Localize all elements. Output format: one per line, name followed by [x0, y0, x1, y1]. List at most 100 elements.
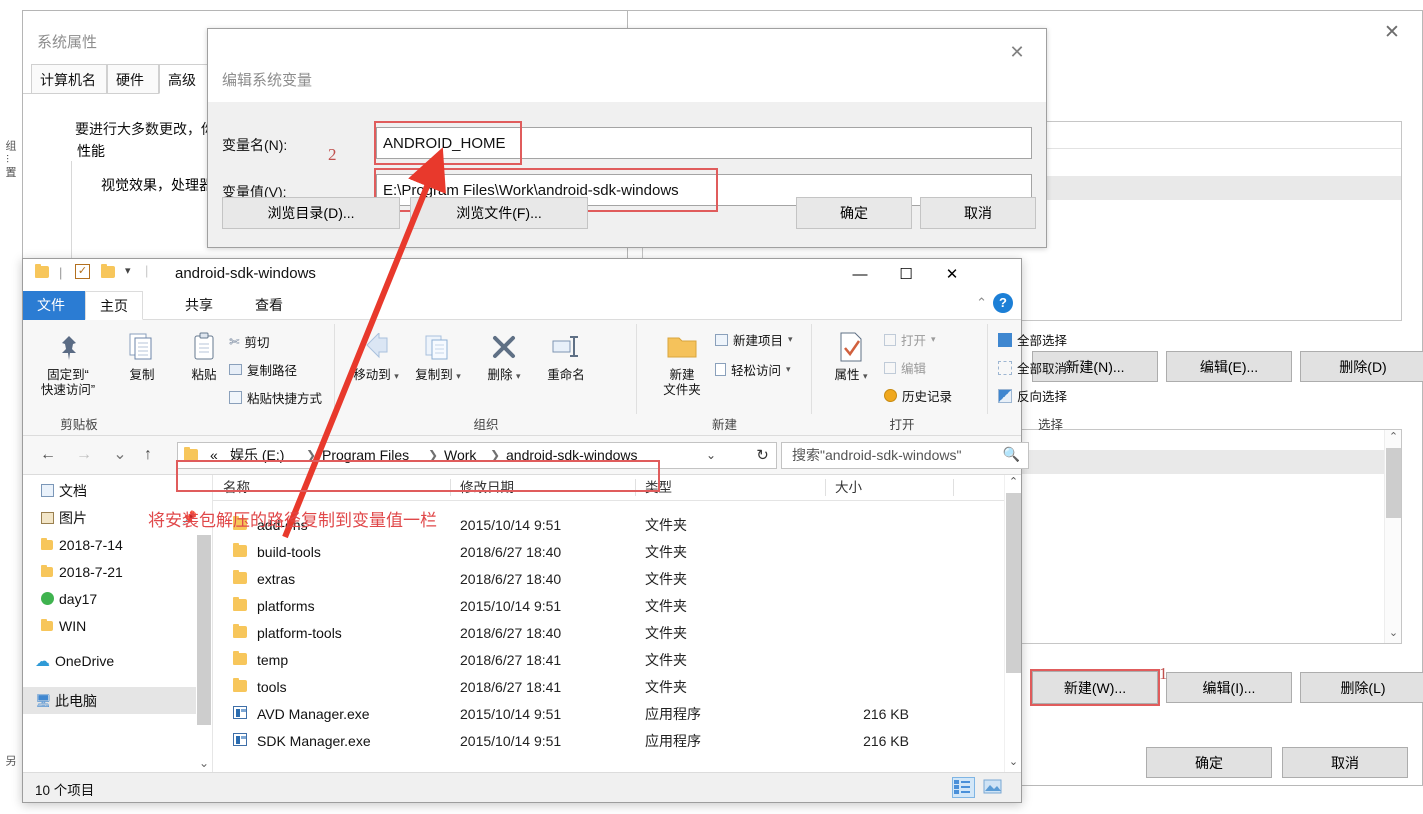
chevron-down-icon[interactable]: ▾: [456, 371, 461, 381]
nav-item-day17[interactable]: day17: [23, 585, 212, 612]
open-button[interactable]: 打开 ▾: [884, 330, 936, 349]
invert-selection-button[interactable]: 反向选择: [998, 386, 1067, 405]
new-item-button[interactable]: 新建项目 ▾: [715, 330, 793, 349]
scroll-down-icon[interactable]: ⌄: [196, 756, 212, 770]
tab-computer-name[interactable]: 计算机名: [31, 64, 107, 94]
browse-file-button[interactable]: 浏览文件(F)...: [410, 197, 588, 229]
forward-icon[interactable]: →: [71, 444, 97, 468]
history-button[interactable]: 历史记录: [884, 386, 952, 405]
chevron-down-icon[interactable]: ▾: [863, 371, 868, 381]
select-none-button[interactable]: 全部取消: [998, 358, 1067, 377]
move-to-button[interactable]: 移动到 ▾: [345, 326, 407, 384]
column-divider[interactable]: [953, 479, 954, 496]
chevron-down-icon[interactable]: ▾: [931, 334, 936, 345]
env-cancel-button[interactable]: 取消: [1282, 747, 1408, 778]
system-delete-button[interactable]: 删除(L): [1300, 672, 1423, 703]
recent-locations-icon[interactable]: ⌄: [107, 444, 133, 468]
select-all-button[interactable]: 全部选择: [998, 330, 1067, 349]
table-row[interactable]: platforms 2015/10/14 9:51 文件夹: [213, 592, 1021, 619]
close-icon[interactable]: ✕: [994, 37, 1040, 67]
close-icon[interactable]: ✕: [929, 259, 975, 290]
tab-advanced[interactable]: 高级: [159, 64, 211, 94]
help-icon[interactable]: ?: [993, 293, 1013, 313]
performance-group-title: 性能: [71, 141, 111, 161]
copy-path-button[interactable]: 复制路径: [229, 360, 297, 379]
copy-to-button[interactable]: 复制到 ▾: [407, 326, 469, 384]
tab-home[interactable]: 主页: [85, 291, 143, 320]
annotation-note: 将安装包解压的路径复制到变量值一栏: [148, 511, 437, 530]
maximize-icon[interactable]: ☐: [883, 259, 929, 290]
edit-system-variable-dialog: 编辑系统变量 ✕ 变量名(N): 变量值(V): 2 浏览目录(D)... 浏览…: [207, 28, 1047, 248]
folder-icon: [233, 677, 247, 695]
new-folder-label: 新建 文件夹: [663, 368, 701, 397]
dialog-ok-button[interactable]: 确定: [796, 197, 912, 229]
up-icon[interactable]: ↑: [135, 444, 161, 468]
paste-button[interactable]: 粘贴: [173, 326, 235, 383]
system-variables-scrollbar[interactable]: ⌃ ⌄: [1384, 430, 1401, 643]
table-row[interactable]: AVD Manager.exe 2015/10/14 9:51 应用程序 216…: [213, 700, 1021, 727]
chevron-down-icon[interactable]: ▾: [786, 364, 791, 375]
table-row[interactable]: SDK Manager.exe 2015/10/14 9:51 应用程序 216…: [213, 727, 1021, 754]
file-list-scrollbar[interactable]: ⌃ ⌄: [1004, 475, 1021, 772]
nav-item-onedrive[interactable]: ☁ OneDrive: [23, 647, 212, 674]
search-icon[interactable]: 🔍: [1003, 446, 1020, 463]
chevron-down-icon[interactable]: ▾: [394, 371, 399, 381]
user-delete-button[interactable]: 删除(D): [1300, 351, 1423, 382]
dialog-cancel-button[interactable]: 取消: [920, 197, 1036, 229]
details-view-icon[interactable]: [952, 777, 975, 798]
scrollbar-thumb[interactable]: [1006, 493, 1021, 673]
copy-label: 复制: [129, 368, 155, 382]
refresh-icon[interactable]: ↻: [749, 442, 777, 469]
table-row[interactable]: build-tools 2018/6/27 18:40 文件夹: [213, 538, 1021, 565]
scrollbar-thumb[interactable]: [1386, 448, 1401, 518]
scroll-down-icon[interactable]: ⌄: [1385, 626, 1401, 643]
paste-shortcut-button[interactable]: 粘贴快捷方式: [229, 388, 322, 407]
table-row[interactable]: platform-tools 2018/6/27 18:40 文件夹: [213, 619, 1021, 646]
edit-button[interactable]: 编辑: [884, 358, 926, 377]
tab-file[interactable]: 文件: [23, 291, 85, 320]
user-edit-button[interactable]: 编辑(E)...: [1166, 351, 1292, 382]
new-folder-button[interactable]: 新建 文件夹: [651, 326, 713, 398]
env-ok-button[interactable]: 确定: [1146, 747, 1272, 778]
scroll-down-icon[interactable]: ⌄: [1005, 755, 1022, 772]
table-row[interactable]: temp 2018/6/27 18:41 文件夹: [213, 646, 1021, 673]
ribbon-group-select: 全部选择 全部取消 反向选择 选择: [988, 320, 1113, 436]
checkbox-icon[interactable]: ✓: [75, 264, 90, 279]
thumbnail-view-icon[interactable]: [982, 777, 1005, 798]
chevron-down-icon[interactable]: ▾: [788, 334, 793, 345]
back-icon[interactable]: ←: [35, 444, 61, 468]
properties-button[interactable]: 属性 ▾: [820, 326, 882, 384]
scroll-up-icon[interactable]: ⌃: [1385, 430, 1401, 447]
column-type[interactable]: 类型: [635, 475, 825, 500]
nav-item-2018-7-21[interactable]: 2018-7-21: [23, 558, 212, 585]
tab-hardware[interactable]: 硬件: [107, 64, 159, 94]
system-new-button[interactable]: 新建(W)...: [1030, 669, 1160, 706]
minimize-icon[interactable]: —: [837, 259, 883, 290]
chevron-down-icon[interactable]: ⌄: [706, 443, 716, 468]
close-icon[interactable]: ✕: [1370, 19, 1414, 47]
ribbon-group-clipboard: 固定到“ 快速访问” 复制 粘贴 ✄ 剪切 复制路径 粘贴快捷方式 剪贴板: [23, 320, 335, 436]
scroll-up-icon[interactable]: ⌃: [1005, 475, 1022, 492]
tab-view[interactable]: 查看: [241, 291, 297, 320]
table-row[interactable]: extras 2018/6/27 18:40 文件夹: [213, 565, 1021, 592]
browse-directory-button[interactable]: 浏览目录(D)...: [222, 197, 400, 229]
rename-button[interactable]: 重命名: [535, 326, 597, 383]
search-input[interactable]: 搜索"android-sdk-windows" 🔍: [781, 442, 1029, 469]
chevron-down-icon[interactable]: ▾: [516, 371, 521, 381]
file-date: 2015/10/14 9:51: [460, 732, 562, 749]
column-size[interactable]: 大小: [825, 475, 945, 500]
nav-item-win[interactable]: WIN: [23, 612, 212, 639]
chevron-down-icon[interactable]: ▾: [125, 264, 131, 277]
scrollbar-thumb[interactable]: [197, 535, 211, 725]
nav-item-2018-7-14[interactable]: 2018-7-14: [23, 531, 212, 558]
table-row[interactable]: tools 2018/6/27 18:41 文件夹: [213, 673, 1021, 700]
delete-button[interactable]: 删除 ▾: [473, 326, 535, 384]
easy-access-button[interactable]: 轻松访问 ▾: [715, 360, 791, 379]
tab-share[interactable]: 共享: [171, 291, 227, 320]
copy-button[interactable]: 复制: [111, 326, 173, 383]
nav-item-this-pc[interactable]: 🖥 此电脑: [23, 687, 212, 714]
pin-to-quick-access-button[interactable]: 固定到“ 快速访问”: [35, 326, 101, 398]
system-edit-button[interactable]: 编辑(I)...: [1166, 672, 1292, 703]
collapse-ribbon-icon[interactable]: ⌃: [976, 295, 987, 311]
cut-button[interactable]: ✄ 剪切: [229, 332, 270, 351]
